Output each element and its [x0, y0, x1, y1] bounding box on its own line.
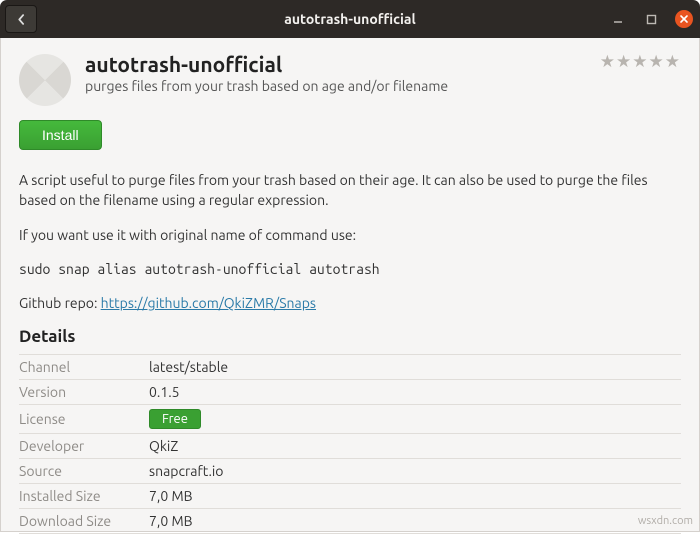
- license-badge: Free: [149, 409, 201, 429]
- detail-label: Source: [19, 459, 149, 484]
- minimize-icon: [612, 13, 624, 25]
- detail-row-source: Source snapcraft.io: [19, 459, 681, 484]
- back-button[interactable]: [5, 5, 37, 33]
- repo-prefix: Github repo:: [19, 295, 101, 311]
- page: autotrash-unofficial purges files from y…: [0, 38, 700, 532]
- detail-label: Download Size: [19, 509, 149, 534]
- install-button[interactable]: Install: [19, 120, 102, 150]
- rating-stars[interactable]: ★★★★★: [600, 52, 681, 72]
- chevron-left-icon: [16, 14, 27, 25]
- description: A script useful to purge files from your…: [19, 170, 681, 313]
- detail-label: Channel: [19, 355, 149, 380]
- minimize-button[interactable]: [609, 10, 627, 28]
- app-subtitle: purges files from your trash based on ag…: [85, 78, 448, 94]
- details-heading: Details: [19, 327, 681, 346]
- detail-row-installed-size: Installed Size 7,0 MB: [19, 484, 681, 509]
- detail-row-download-size: Download Size 7,0 MB: [19, 509, 681, 534]
- app-header: autotrash-unofficial purges files from y…: [19, 52, 681, 106]
- close-icon: [679, 14, 689, 24]
- app-icon: [19, 54, 71, 106]
- detail-row-license: License Free: [19, 405, 681, 434]
- detail-value: 0.1.5: [149, 380, 681, 405]
- detail-row-version: Version 0.1.5: [19, 380, 681, 405]
- detail-label: Version: [19, 380, 149, 405]
- window-controls: [609, 0, 693, 38]
- detail-value: 7,0 MB: [149, 509, 681, 534]
- window-title: autotrash-unofficial: [0, 11, 700, 27]
- detail-value: QkiZ: [149, 434, 681, 459]
- repo-link[interactable]: https://github.com/QkiZMR/Snaps: [101, 295, 316, 311]
- command-snippet: sudo snap alias autotrash-unofficial aut…: [19, 259, 681, 279]
- maximize-button[interactable]: [642, 10, 660, 28]
- description-paragraph: If you want use it with original name of…: [19, 225, 681, 245]
- detail-value: 7,0 MB: [149, 484, 681, 509]
- repo-line: Github repo: https://github.com/QkiZMR/S…: [19, 293, 681, 313]
- detail-label: Installed Size: [19, 484, 149, 509]
- app-name: autotrash-unofficial: [85, 52, 448, 76]
- close-button[interactable]: [675, 10, 693, 28]
- description-paragraph: A script useful to purge files from your…: [19, 170, 681, 211]
- detail-row-channel: Channel latest/stable: [19, 355, 681, 380]
- titlebar: autotrash-unofficial: [0, 0, 700, 38]
- details-table: Channel latest/stable Version 0.1.5 Lice…: [19, 354, 681, 534]
- detail-label: License: [19, 405, 149, 434]
- detail-value: Free: [149, 405, 681, 434]
- detail-label: Developer: [19, 434, 149, 459]
- app-title-block: autotrash-unofficial purges files from y…: [85, 52, 448, 94]
- detail-value: latest/stable: [149, 355, 681, 380]
- detail-value: snapcraft.io: [149, 459, 681, 484]
- maximize-icon: [646, 14, 657, 25]
- detail-row-developer: Developer QkiZ: [19, 434, 681, 459]
